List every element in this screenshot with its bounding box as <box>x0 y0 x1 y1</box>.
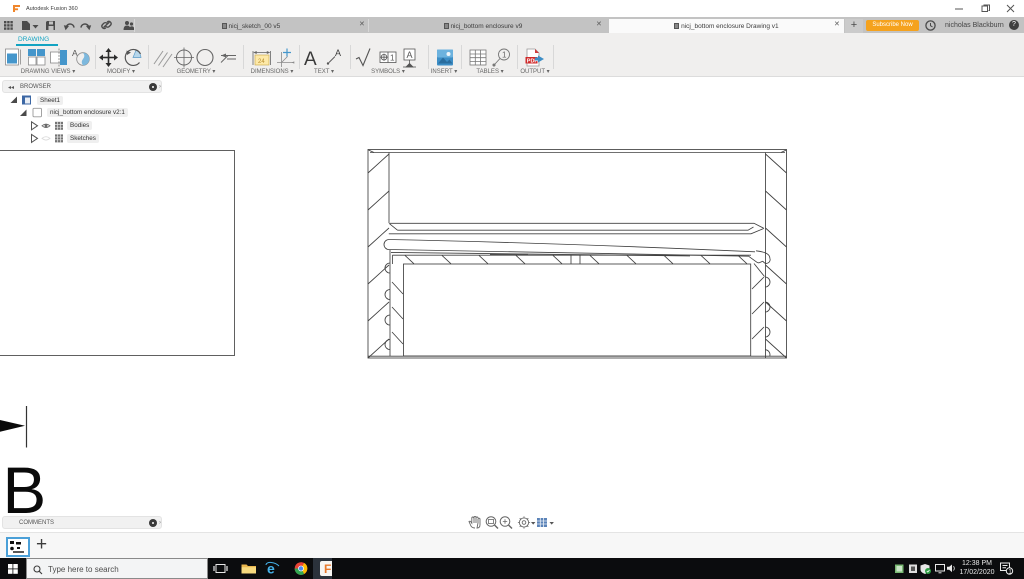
svg-text:1: 1 <box>390 54 395 63</box>
svg-text:F: F <box>324 562 331 576</box>
svg-text:A: A <box>407 50 413 60</box>
svg-text:A: A <box>304 49 317 70</box>
svg-text:A: A <box>335 48 341 58</box>
svg-text:24: 24 <box>258 59 265 65</box>
svg-text:1: 1 <box>502 51 507 60</box>
